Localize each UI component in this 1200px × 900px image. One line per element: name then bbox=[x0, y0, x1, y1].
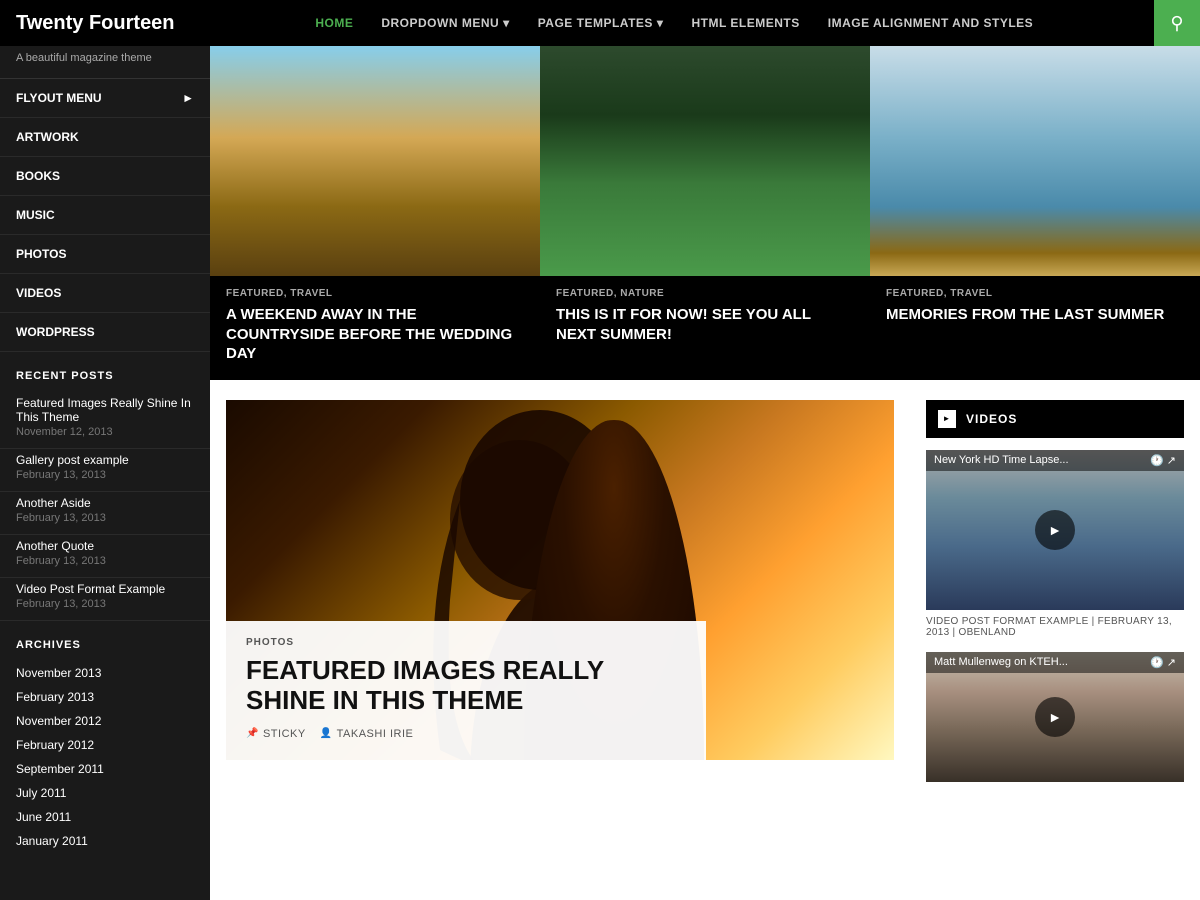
nav-item-home[interactable]: HOME bbox=[301, 16, 367, 30]
nav-item-image-alignment[interactable]: IMAGE ALIGNMENT AND STYLES bbox=[814, 16, 1047, 30]
list-item: November 2013 bbox=[0, 661, 210, 685]
search-button[interactable]: ⚲ bbox=[1154, 0, 1200, 46]
site-title[interactable]: Twenty Fourteen bbox=[16, 12, 175, 35]
list-item: Video Post Format Example February 13, 2… bbox=[0, 578, 210, 621]
sidebar-item-photos[interactable]: PHOTOS bbox=[0, 235, 210, 274]
list-item: Another Quote February 13, 2013 bbox=[0, 535, 210, 578]
nav-item-dropdown[interactable]: DROPDOWN MENU ▾ bbox=[367, 16, 523, 30]
hero-item-1[interactable]: FEATURED, TRAVEL A WEEKEND AWAY IN THE C… bbox=[210, 46, 540, 380]
arrow-right-icon: ► bbox=[182, 91, 194, 105]
search-icon: ⚲ bbox=[1170, 13, 1183, 34]
sidebar-item-flyout-menu[interactable]: FLYOUT MENU ► bbox=[0, 79, 210, 118]
hero-image-1 bbox=[210, 46, 540, 276]
archives-title: ARCHIVES bbox=[0, 621, 210, 661]
video-top-bar-1: New York HD Time Lapse... 🕐 ↗ bbox=[926, 450, 1184, 471]
site-tagline: A beautiful magazine theme bbox=[0, 46, 210, 78]
play-icon: ► bbox=[938, 410, 956, 428]
featured-post-meta: 📌 STICKY 👤 TAKASHI IRIE bbox=[246, 728, 686, 740]
hero-caption-1: FEATURED, TRAVEL A WEEKEND AWAY IN THE C… bbox=[210, 276, 540, 380]
hero-image-3 bbox=[870, 46, 1200, 276]
hero-category-1: FEATURED, TRAVEL bbox=[226, 288, 524, 299]
hero-title-2: THIS IS IT FOR NOW! SEE YOU ALL NEXT SUM… bbox=[556, 305, 854, 344]
hero-category-3: FEATURED, TRAVEL bbox=[886, 288, 1184, 299]
sidebar: A beautiful magazine theme FLYOUT MENU ►… bbox=[0, 46, 210, 900]
list-item: February 2013 bbox=[0, 685, 210, 709]
nav-item-page-templates[interactable]: PAGE TEMPLATES ▾ bbox=[524, 16, 678, 30]
chevron-down-icon: ▾ bbox=[657, 16, 664, 30]
video-title-1: New York HD Time Lapse... bbox=[934, 454, 1069, 466]
sidebar-item-wordpress[interactable]: WORDPRESS bbox=[0, 313, 210, 352]
sidebar-item-artwork[interactable]: ARTWORK bbox=[0, 118, 210, 157]
video-top-bar-2: Matt Mullenweg on KTEH... 🕐 ↗ bbox=[926, 652, 1184, 673]
video-thumb-2[interactable]: Matt Mullenweg on KTEH... 🕐 ↗ ► bbox=[926, 652, 1184, 782]
video-caption-1: VIDEO POST FORMAT EXAMPLE | FEBRUARY 13,… bbox=[926, 616, 1184, 638]
nav-item-html-elements[interactable]: HTML ELEMENTS bbox=[677, 16, 813, 30]
list-item: January 2011 bbox=[0, 829, 210, 853]
archive-link[interactable]: July 2011 bbox=[16, 786, 194, 800]
hero-category-2: FEATURED, NATURE bbox=[556, 288, 854, 299]
archive-link[interactable]: November 2012 bbox=[16, 714, 194, 728]
recent-posts-title: RECENT POSTS bbox=[0, 352, 210, 392]
post-link[interactable]: Another Aside bbox=[16, 496, 194, 510]
post-date: February 13, 2013 bbox=[16, 512, 194, 524]
hero-title-3: MEMORIES FROM THE LAST SUMMER bbox=[886, 305, 1184, 325]
video-thumb-1[interactable]: New York HD Time Lapse... 🕐 ↗ ► bbox=[926, 450, 1184, 610]
list-item: Another Aside February 13, 2013 bbox=[0, 492, 210, 535]
hero-caption-3: FEATURED, TRAVEL MEMORIES FROM THE LAST … bbox=[870, 276, 1200, 341]
post-date: February 13, 2013 bbox=[16, 598, 194, 610]
video-play-button-1[interactable]: ► bbox=[1035, 510, 1075, 550]
post-date: November 12, 2013 bbox=[16, 426, 194, 438]
hero-carousel: FEATURED, TRAVEL A WEEKEND AWAY IN THE C… bbox=[210, 46, 1200, 380]
right-sidebar: ► VIDEOS New York HD Time Lapse... 🕐 ↗ ►… bbox=[910, 400, 1200, 784]
sticky-meta: 📌 STICKY bbox=[246, 728, 306, 740]
featured-post-category: PHOTOS bbox=[246, 637, 686, 648]
page-wrapper: A beautiful magazine theme FLYOUT MENU ►… bbox=[0, 46, 1200, 900]
list-item: September 2011 bbox=[0, 757, 210, 781]
author-icon: 👤 bbox=[320, 728, 333, 739]
list-item: November 2012 bbox=[0, 709, 210, 733]
video-title-2: Matt Mullenweg on KTEH... bbox=[934, 656, 1068, 668]
post-link[interactable]: Featured Images Really Shine In This The… bbox=[16, 396, 194, 424]
video-time-icon: 🕐 ↗ bbox=[1150, 454, 1176, 467]
hero-image-2 bbox=[540, 46, 870, 276]
list-item: Featured Images Really Shine In This The… bbox=[0, 392, 210, 449]
main-nav: HOME DROPDOWN MENU ▾ PAGE TEMPLATES ▾ HT… bbox=[195, 16, 1154, 30]
featured-overlay: PHOTOS FEATURED IMAGES REALLY SHINE IN T… bbox=[226, 621, 706, 760]
archive-link[interactable]: November 2013 bbox=[16, 666, 194, 680]
archive-link[interactable]: September 2011 bbox=[16, 762, 194, 776]
hero-item-3[interactable]: FEATURED, TRAVEL MEMORIES FROM THE LAST … bbox=[870, 46, 1200, 380]
video-play-button-2[interactable]: ► bbox=[1035, 697, 1075, 737]
archive-link[interactable]: February 2013 bbox=[16, 690, 194, 704]
pin-icon: 📌 bbox=[246, 728, 259, 739]
archive-link[interactable]: February 2012 bbox=[16, 738, 194, 752]
sidebar-item-music[interactable]: MUSIC bbox=[0, 196, 210, 235]
featured-post-title: FEATURED IMAGES REALLY SHINE IN THIS THE… bbox=[246, 656, 686, 716]
hero-caption-2: FEATURED, NATURE THIS IS IT FOR NOW! SEE… bbox=[540, 276, 870, 360]
post-date: February 13, 2013 bbox=[16, 469, 194, 481]
archive-link[interactable]: June 2011 bbox=[16, 810, 194, 824]
sidebar-item-books[interactable]: BOOKS bbox=[0, 157, 210, 196]
header: Twenty Fourteen HOME DROPDOWN MENU ▾ PAG… bbox=[0, 0, 1200, 46]
featured-post[interactable]: PHOTOS FEATURED IMAGES REALLY SHINE IN T… bbox=[226, 400, 894, 760]
chevron-down-icon: ▾ bbox=[503, 16, 510, 30]
list-item: June 2011 bbox=[0, 805, 210, 829]
author-meta: 👤 TAKASHI IRIE bbox=[320, 728, 414, 740]
hero-item-2[interactable]: FEATURED, NATURE THIS IS IT FOR NOW! SEE… bbox=[540, 46, 870, 380]
main-content: FEATURED, TRAVEL A WEEKEND AWAY IN THE C… bbox=[210, 46, 1200, 900]
post-link[interactable]: Video Post Format Example bbox=[16, 582, 194, 596]
video-time-icon-2: 🕐 ↗ bbox=[1150, 656, 1176, 669]
archive-link[interactable]: January 2011 bbox=[16, 834, 194, 848]
post-link[interactable]: Another Quote bbox=[16, 539, 194, 553]
post-date: February 13, 2013 bbox=[16, 555, 194, 567]
sidebar-item-videos[interactable]: VIDEOS bbox=[0, 274, 210, 313]
content-area: PHOTOS FEATURED IMAGES REALLY SHINE IN T… bbox=[210, 380, 1200, 784]
hero-title-1: A WEEKEND AWAY IN THE COUNTRYSIDE BEFORE… bbox=[226, 305, 524, 364]
main-posts: PHOTOS FEATURED IMAGES REALLY SHINE IN T… bbox=[210, 400, 910, 784]
post-link[interactable]: Gallery post example bbox=[16, 453, 194, 467]
list-item: February 2012 bbox=[0, 733, 210, 757]
list-item: July 2011 bbox=[0, 781, 210, 805]
videos-widget-title: ► VIDEOS bbox=[926, 400, 1184, 438]
list-item: Gallery post example February 13, 2013 bbox=[0, 449, 210, 492]
